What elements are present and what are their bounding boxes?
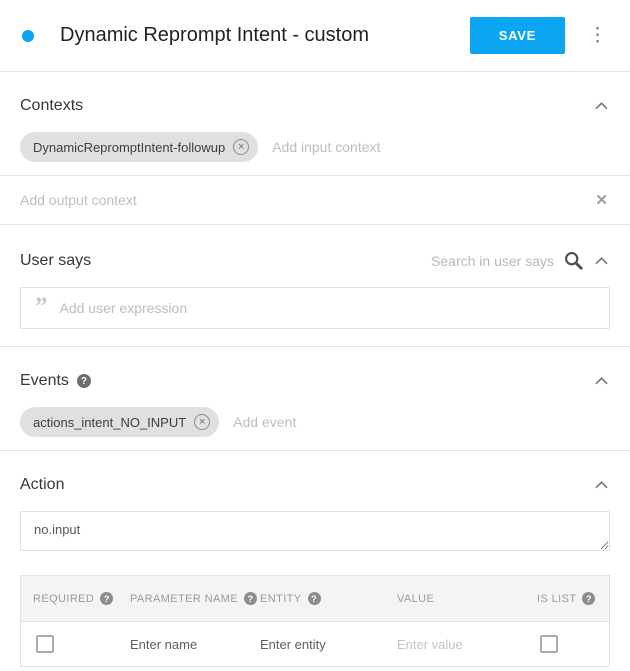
- events-help-icon[interactable]: ?: [77, 374, 91, 388]
- chevron-up-icon[interactable]: [593, 255, 610, 267]
- intent-editor-page: Dynamic Reprompt Intent - custom SAVE ⋮ …: [0, 0, 630, 667]
- value-input[interactable]: [397, 637, 519, 652]
- spacer: [0, 329, 630, 346]
- is-list-cell: [525, 622, 609, 666]
- required-help-icon[interactable]: ?: [100, 592, 113, 605]
- column-label: PARAMETER NAME: [130, 593, 238, 605]
- action-title: Action: [20, 476, 64, 494]
- contexts-title: Contexts: [20, 97, 83, 115]
- search-user-says-input[interactable]: [406, 253, 554, 269]
- chevron-up-icon[interactable]: [593, 375, 610, 387]
- kebab-menu-icon[interactable]: ⋮: [583, 24, 612, 47]
- is-list-checkbox[interactable]: [540, 635, 558, 653]
- clear-contexts-icon[interactable]: ✕: [593, 191, 610, 209]
- page-title: Dynamic Reprompt Intent - custom: [60, 24, 470, 47]
- user-says-title: User says: [20, 252, 91, 270]
- input-context-chip-label: DynamicRepromptIntent-followup: [33, 140, 225, 155]
- column-label: ENTITY: [260, 593, 302, 605]
- contexts-header: Contexts: [0, 72, 630, 119]
- parameters-table: REQUIRED ? PARAMETER NAME ? ENTITY ? VAL…: [20, 575, 610, 667]
- quote-icon: ”: [35, 302, 48, 314]
- required-checkbox[interactable]: [36, 635, 54, 653]
- column-label: IS LIST: [537, 593, 576, 605]
- parameter-name-input[interactable]: [130, 637, 242, 652]
- event-chip-label: actions_intent_NO_INPUT: [33, 415, 186, 430]
- is-list-help-icon[interactable]: ?: [582, 592, 595, 605]
- column-label: VALUE: [397, 593, 434, 605]
- user-says-header: User says: [0, 225, 630, 275]
- column-header-is-list: IS LIST ?: [525, 576, 609, 621]
- events-section: Events ? actions_intent_NO_INPUT ×: [0, 347, 630, 451]
- user-expression-box: ”: [20, 287, 610, 329]
- remove-event-icon[interactable]: ×: [194, 414, 210, 430]
- input-context-chip[interactable]: DynamicRepromptIntent-followup ×: [20, 132, 258, 162]
- value-cell: [385, 624, 525, 665]
- column-header-value: VALUE: [385, 577, 525, 621]
- input-contexts-row: DynamicRepromptIntent-followup ×: [0, 119, 630, 175]
- output-contexts-row: ✕: [0, 176, 630, 224]
- user-says-section: User says ”: [0, 225, 630, 347]
- parameter-row: [21, 622, 609, 666]
- add-user-expression-field[interactable]: [60, 300, 596, 316]
- column-header-entity: ENTITY ?: [248, 576, 385, 621]
- parameters-table-header: REQUIRED ? PARAMETER NAME ? ENTITY ? VAL…: [21, 576, 609, 622]
- add-output-context-field[interactable]: [20, 192, 593, 208]
- header: Dynamic Reprompt Intent - custom SAVE ⋮: [0, 0, 630, 71]
- parameter-name-cell: [118, 624, 248, 665]
- contexts-section: Contexts DynamicRepromptIntent-followup …: [0, 72, 630, 225]
- chevron-up-icon[interactable]: [593, 479, 610, 491]
- save-button[interactable]: SAVE: [470, 17, 565, 54]
- event-chip[interactable]: actions_intent_NO_INPUT ×: [20, 407, 219, 437]
- action-name-input[interactable]: no.input: [20, 511, 610, 551]
- entity-input[interactable]: [260, 637, 379, 652]
- chevron-up-icon[interactable]: [593, 100, 610, 112]
- events-header: Events ?: [0, 347, 630, 394]
- action-section: Action no.input: [0, 451, 630, 551]
- events-title: Events ?: [20, 372, 91, 390]
- search-icon[interactable]: [563, 250, 584, 271]
- events-row: actions_intent_NO_INPUT ×: [0, 394, 630, 450]
- remove-input-context-icon[interactable]: ×: [233, 139, 249, 155]
- column-header-required: REQUIRED ?: [21, 576, 118, 621]
- intent-priority-dot[interactable]: [22, 30, 34, 42]
- add-input-context-field[interactable]: [272, 139, 610, 155]
- user-says-search: [406, 250, 610, 271]
- events-title-label: Events: [20, 372, 69, 390]
- entity-help-icon[interactable]: ?: [308, 592, 321, 605]
- entity-cell: [248, 624, 385, 665]
- required-cell: [21, 622, 118, 666]
- column-header-parameter-name: PARAMETER NAME ?: [118, 576, 248, 621]
- column-label: REQUIRED: [33, 593, 94, 605]
- action-header: Action: [0, 451, 630, 498]
- add-event-field[interactable]: [233, 414, 610, 430]
